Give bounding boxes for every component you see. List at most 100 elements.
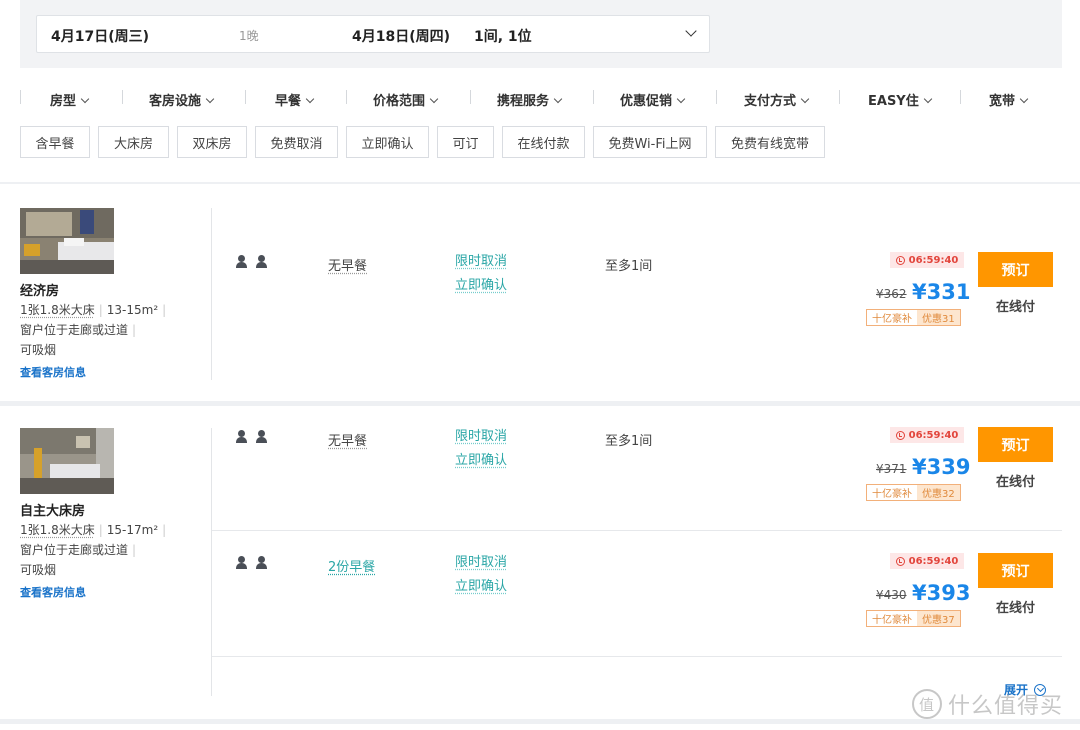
filter-ctrip-service[interactable]: 携程服务 bbox=[497, 90, 563, 109]
filter-bar: 房型 客房设施 早餐 价格范围 携程服务 优惠促销 支付方式 EASY住 宽带 bbox=[20, 86, 1062, 112]
watermark-text: 什么值得买 bbox=[948, 694, 1064, 719]
meal-info[interactable]: 2份早餐 bbox=[328, 556, 375, 575]
divider bbox=[212, 530, 1062, 531]
room-photo[interactable] bbox=[20, 208, 114, 274]
chevron-down-icon bbox=[1019, 94, 1029, 104]
filter-promotions[interactable]: 优惠促销 bbox=[620, 90, 686, 109]
payment-type: 在线付 bbox=[995, 300, 1035, 315]
guests-rooms[interactable]: 1间, 1位 bbox=[474, 26, 532, 46]
chevron-down-icon bbox=[676, 94, 686, 104]
filter-room-type[interactable]: 房型 bbox=[50, 90, 90, 109]
filter-broadband[interactable]: 宽带 bbox=[989, 90, 1029, 109]
countdown-timer: 06:59:40 bbox=[890, 252, 964, 268]
tag-twin-bed[interactable]: 双床房 bbox=[177, 126, 247, 158]
chevron-down-icon bbox=[429, 94, 439, 104]
room-info: 经济房 1张1.8米大床 | 13-15m² | 窗户位于走廊或过道 | 可吸烟 查看客… bbox=[20, 208, 200, 380]
original-price: ¥430 bbox=[876, 588, 907, 602]
divider bbox=[0, 182, 1080, 184]
watermark: 什么值得买 bbox=[912, 688, 1063, 720]
filter-facilities[interactable]: 客房设施 bbox=[149, 90, 215, 109]
max-guests-icon bbox=[235, 556, 268, 569]
view-room-info-link[interactable]: 查看客房信息 bbox=[20, 584, 200, 600]
clock-icon bbox=[895, 255, 905, 265]
meal-info[interactable]: 无早餐 bbox=[328, 430, 367, 449]
subsidy-badge: 十亿豪补 bbox=[867, 310, 917, 325]
person-icon bbox=[255, 556, 268, 569]
discount-badges[interactable]: 十亿豪补 优惠37 bbox=[866, 610, 961, 627]
policy-info: 限时取消 立即确认 bbox=[455, 425, 507, 473]
room-name: 自主大床房 bbox=[20, 504, 86, 519]
tag-instant-confirm[interactable]: 立即确认 bbox=[346, 126, 429, 158]
person-icon bbox=[255, 430, 268, 443]
room-area: 13-15m² bbox=[106, 303, 159, 317]
countdown-timer: 06:59:40 bbox=[890, 427, 964, 443]
book-button[interactable]: 预订 bbox=[978, 427, 1053, 462]
tag-free-wired-broadband[interactable]: 免费有线宽带 bbox=[715, 126, 825, 158]
tag-online-payment[interactable]: 在线付款 bbox=[502, 126, 585, 158]
meal-info[interactable]: 无早餐 bbox=[328, 255, 367, 274]
bed-type[interactable]: 1张1.8米大床 bbox=[20, 523, 95, 537]
person-icon bbox=[235, 430, 248, 443]
room-photo[interactable] bbox=[20, 428, 114, 494]
tag-breakfast-included[interactable]: 含早餐 bbox=[20, 126, 90, 158]
clock-icon bbox=[895, 556, 905, 566]
payment-type: 在线付 bbox=[995, 475, 1035, 490]
clock-icon bbox=[895, 430, 905, 440]
room-window: 窗户位于走廊或过道 | bbox=[20, 323, 137, 337]
cancel-policy[interactable]: 限时取消 bbox=[455, 425, 507, 449]
view-room-info-link[interactable]: 查看客房信息 bbox=[20, 364, 200, 380]
filter-price-range[interactable]: 价格范围 bbox=[373, 90, 439, 109]
confirm-policy[interactable]: 立即确认 bbox=[455, 575, 507, 599]
book-button[interactable]: 预订 bbox=[978, 553, 1053, 588]
cancel-policy[interactable]: 限时取消 bbox=[455, 250, 507, 274]
payment-type: 在线付 bbox=[995, 601, 1035, 616]
room-area: 15-17m² bbox=[106, 523, 159, 537]
max-guests-icon bbox=[235, 430, 268, 443]
filter-payment[interactable]: 支付方式 bbox=[744, 90, 810, 109]
price: ¥339 bbox=[912, 455, 971, 479]
chevron-down-icon[interactable] bbox=[685, 25, 697, 37]
discount-badge: 优惠37 bbox=[917, 611, 960, 626]
person-icon bbox=[235, 556, 248, 569]
room-bed-area: 1张1.8米大床 | 13-15m² | bbox=[20, 303, 167, 317]
checkout-date[interactable]: 4月18日(周四) bbox=[352, 26, 450, 46]
max-rooms: 至多1间 bbox=[605, 434, 653, 449]
person-icon bbox=[255, 255, 268, 268]
discount-badge: 优惠32 bbox=[917, 485, 960, 500]
divider bbox=[212, 656, 1062, 657]
tag-free-cancel[interactable]: 免费取消 bbox=[255, 126, 338, 158]
max-rooms: 至多1间 bbox=[605, 259, 653, 274]
tag-free-wifi[interactable]: 免费Wi-Fi上网 bbox=[593, 126, 707, 158]
chevron-down-icon bbox=[553, 94, 563, 104]
confirm-policy[interactable]: 立即确认 bbox=[455, 449, 507, 473]
chevron-down-icon bbox=[923, 94, 932, 104]
subsidy-badge: 十亿豪补 bbox=[867, 611, 917, 626]
room-info: 自主大床房 1张1.8米大床 | 15-17m² | 窗户位于走廊或过道 | 可吸烟 查… bbox=[20, 428, 200, 600]
discount-badges[interactable]: 十亿豪补 优惠32 bbox=[866, 484, 961, 501]
chevron-down-icon bbox=[305, 94, 315, 104]
policy-info: 限时取消 立即确认 bbox=[455, 551, 507, 599]
tag-king-bed[interactable]: 大床房 bbox=[98, 126, 169, 158]
book-button[interactable]: 预订 bbox=[978, 252, 1053, 287]
filter-breakfast[interactable]: 早餐 bbox=[275, 90, 315, 109]
filter-easy-stay[interactable]: EASY住 bbox=[868, 90, 932, 109]
chevron-down-icon bbox=[80, 94, 90, 104]
discount-badges[interactable]: 十亿豪补 优惠31 bbox=[866, 309, 961, 326]
chevron-down-icon bbox=[205, 94, 215, 104]
room-window: 窗户位于走廊或过道 | bbox=[20, 543, 137, 557]
person-icon bbox=[235, 255, 248, 268]
tag-available[interactable]: 可订 bbox=[437, 126, 494, 158]
watermark-logo-icon bbox=[912, 689, 942, 719]
discount-badge: 优惠31 bbox=[917, 310, 960, 325]
original-price: ¥371 bbox=[876, 462, 907, 476]
confirm-policy[interactable]: 立即确认 bbox=[455, 274, 507, 298]
bed-type[interactable]: 1张1.8米大床 bbox=[20, 303, 95, 317]
room-bed-area: 1张1.8米大床 | 15-17m² | bbox=[20, 523, 167, 537]
divider bbox=[211, 208, 212, 380]
cancel-policy[interactable]: 限时取消 bbox=[455, 551, 507, 575]
subsidy-badge: 十亿豪补 bbox=[867, 485, 917, 500]
hotel-room-list-page: 4月17日(周三) 1晚 4月18日(周四) 1间, 1位 房型 客房设施 早餐… bbox=[0, 0, 1080, 730]
room-name: 经济房 bbox=[20, 284, 60, 299]
date-guest-selector[interactable]: 4月17日(周三) 1晚 4月18日(周四) 1间, 1位 bbox=[36, 15, 710, 53]
checkin-date[interactable]: 4月17日(周三) bbox=[51, 26, 149, 46]
